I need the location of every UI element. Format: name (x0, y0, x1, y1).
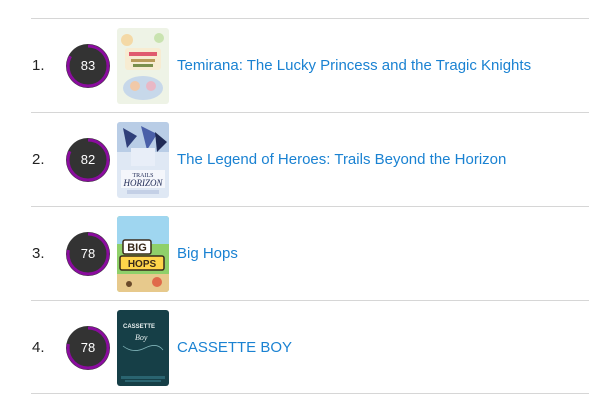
list-item: 2. 82 TRAILS HORIZON The Legend of Heroe… (31, 112, 589, 206)
game-cover-image[interactable]: BIG HOPS (117, 216, 169, 292)
rank-number: 1. (32, 57, 45, 74)
game-cover-image[interactable] (117, 28, 169, 104)
game-title-link[interactable]: Big Hops (177, 245, 238, 262)
rank-number: 3. (32, 245, 45, 262)
svg-text:BIG: BIG (127, 242, 147, 254)
game-cover-image[interactable]: CASSETTE Boy (117, 310, 169, 386)
score-value: 78 (80, 246, 96, 261)
score-badge: 82 (65, 137, 111, 183)
list-item: 4. 78 CASSETTE Boy CASSETTE BOY (31, 300, 589, 394)
game-ranking-list: 1. 83 Temirana: The Lucky Princess and t… (31, 18, 589, 394)
game-cover-image[interactable]: TRAILS HORIZON (117, 122, 169, 198)
svg-text:Boy: Boy (135, 333, 148, 342)
svg-text:CASSETTE: CASSETTE (123, 324, 155, 330)
rank-number: 2. (32, 151, 45, 168)
score-badge: 78 (65, 325, 111, 371)
list-item: 3. 78 BIG HOPS Big Hops (31, 206, 589, 300)
svg-text:HOPS: HOPS (128, 259, 157, 270)
game-title-link[interactable]: CASSETTE BOY (177, 339, 292, 356)
score-value: 78 (80, 340, 96, 355)
game-title-link[interactable]: The Legend of Heroes: Trails Beyond the … (177, 151, 506, 168)
score-badge: 78 (65, 231, 111, 277)
score-value: 82 (80, 152, 96, 167)
list-item: 1. 83 Temirana: The Lucky Princess and t… (31, 18, 589, 112)
svg-text:HORIZON: HORIZON (122, 178, 163, 188)
game-title-link[interactable]: Temirana: The Lucky Princess and the Tra… (177, 57, 531, 74)
rank-number: 4. (32, 339, 45, 356)
score-badge: 83 (65, 43, 111, 89)
score-value: 83 (80, 58, 96, 73)
